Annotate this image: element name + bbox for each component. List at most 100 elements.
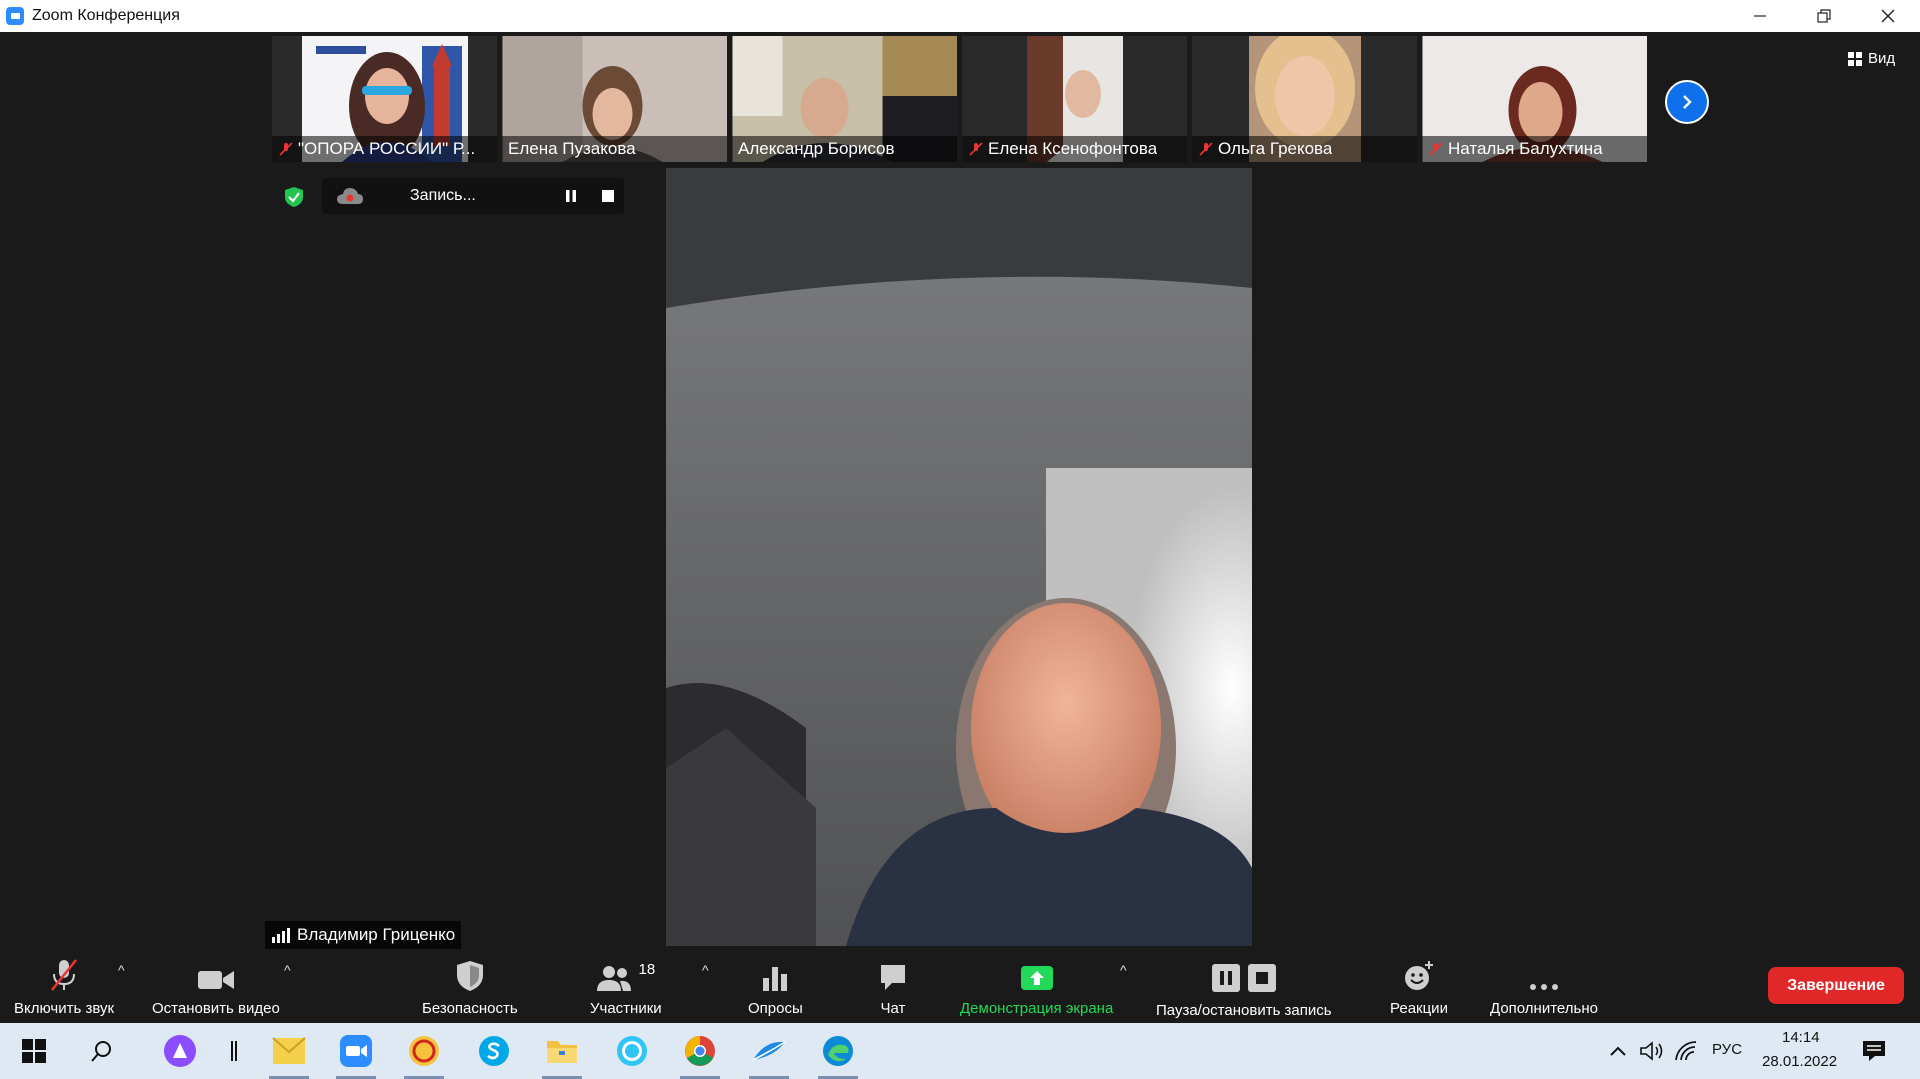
security-shield-icon[interactable] [284, 186, 304, 208]
skype-app-icon [479, 1036, 509, 1066]
participant-name: Наталья Балухтина [1448, 139, 1603, 158]
view-button[interactable]: Вид [1848, 50, 1895, 67]
brush-app-icon [752, 1041, 786, 1061]
participants-options-caret[interactable]: ^ [702, 962, 709, 978]
notification-center-icon [1863, 1041, 1885, 1061]
participant-tile[interactable]: Елена Ксенофонтова [962, 36, 1187, 162]
taskbar-mail-app[interactable] [269, 1033, 309, 1079]
mail-app-icon [272, 1037, 306, 1064]
participant-tile[interactable]: "ОПОРА РОССИИ" Р... [272, 36, 497, 162]
more-button[interactable]: Дополнительно [1490, 956, 1598, 1017]
close-button[interactable] [1856, 0, 1920, 32]
title-bar: Zoom Конференция [0, 0, 1920, 32]
participant-name-bar: Елена Ксенофонтова [962, 136, 1187, 162]
speaker-name: Владимир Гриценко [297, 925, 456, 944]
search-button[interactable] [82, 1033, 122, 1069]
video-options-caret[interactable]: ^ [284, 962, 291, 978]
share-screen-button[interactable]: Демонстрация экрана [960, 956, 1113, 1017]
taskbar-1c-app[interactable] [404, 1033, 444, 1079]
chat-button[interactable]: Чат [878, 956, 908, 1017]
signal-bars-icon [272, 928, 290, 943]
recording-status: Запись... [410, 187, 476, 204]
participant-tile[interactable]: Ольга Грекова [1192, 36, 1417, 162]
chat-label: Чат [880, 1000, 906, 1017]
zoom-app-icon [6, 7, 24, 25]
stop-recording-icon[interactable] [602, 190, 614, 202]
security-label: Безопасность [422, 1000, 518, 1017]
polls-button[interactable]: Опросы [748, 956, 803, 1017]
taskbar-edge-app[interactable] [818, 1033, 858, 1079]
participant-name: "ОПОРА РОССИИ" Р... [298, 139, 476, 158]
chat-bubble-icon [881, 965, 905, 990]
recording-bar: Запись... [322, 178, 624, 214]
video-camera-icon [197, 971, 234, 989]
microphone-muted-icon [51, 959, 78, 991]
taskbar-skype-app[interactable] [474, 1033, 514, 1069]
zoom-window: Zoom Конференция "ОПОРА РОССИИ" Р... Еле… [0, 0, 1920, 1079]
taskbar-chrome-app[interactable] [680, 1033, 720, 1079]
participants-count: 18 [638, 961, 656, 978]
windows-taskbar: РУС 14:14 28.01.2022 [0, 1023, 1920, 1079]
taskbar-separator [214, 1033, 254, 1069]
window-title: Zoom Конференция [32, 7, 180, 24]
mic-muted-icon [1199, 142, 1213, 156]
wifi-icon [1675, 1041, 1697, 1061]
participant-tile[interactable]: Александр Борисов [732, 36, 957, 162]
alice-assistant-icon [164, 1035, 196, 1067]
mic-muted-icon [279, 142, 293, 156]
unmute-button[interactable]: Включить звук [14, 956, 114, 1017]
participant-name: Ольга Грекова [1218, 139, 1333, 158]
pause-stop-recording-label: Пауза/остановить запись [1156, 1002, 1332, 1019]
unmute-label: Включить звук [14, 1000, 115, 1017]
participant-name-bar: Александр Борисов [732, 136, 957, 162]
share-screen-label: Демонстрация экрана [960, 1000, 1114, 1017]
share-screen-icon [1020, 966, 1053, 990]
folder-icon [547, 1041, 577, 1063]
speaker-video-frame [666, 168, 1252, 946]
stop-video-button[interactable]: Остановить видео [152, 956, 280, 1017]
pause-recording-icon[interactable] [564, 189, 578, 203]
chevron-up-icon [1610, 1046, 1626, 1056]
participants-button[interactable]: 18 Участники [590, 956, 662, 1017]
security-button[interactable]: Безопасность [422, 956, 518, 1017]
clock-date[interactable]: 28.01.2022 [1762, 1053, 1837, 1070]
mic-muted-icon [1429, 142, 1443, 156]
reactions-button[interactable]: Реакции [1390, 956, 1448, 1017]
input-language[interactable]: РУС [1712, 1041, 1742, 1058]
grid-view-icon [1848, 51, 1862, 66]
network-button[interactable] [1666, 1033, 1706, 1069]
notifications-button[interactable] [1854, 1033, 1894, 1069]
close-icon [1881, 9, 1895, 23]
more-label: Дополнительно [1490, 1000, 1598, 1017]
participant-name: Елена Ксенофонтова [988, 139, 1158, 158]
minimize-button[interactable] [1728, 0, 1792, 32]
next-page-button[interactable] [1665, 80, 1709, 124]
participant-name: Александр Борисов [738, 139, 895, 158]
mic-muted-icon [969, 142, 983, 156]
polls-label: Опросы [748, 1000, 803, 1017]
reactions-label: Реакции [1390, 1000, 1448, 1017]
taskbar-app[interactable] [749, 1033, 789, 1079]
meeting-toolbar: Включить звук ^ Остановить видео ^ Безоп… [0, 950, 1920, 1026]
participant-tile[interactable]: Елена Пузакова [502, 36, 727, 162]
audio-options-caret[interactable]: ^ [118, 962, 125, 978]
active-speaker-label: Владимир Гриценко [265, 921, 462, 949]
pause-stop-recording-button[interactable]: Пауза/остановить запись [1156, 956, 1332, 1019]
participant-name-bar: Ольга Грекова [1192, 136, 1417, 162]
chrome-app-icon [685, 1036, 715, 1066]
separator-icon [231, 1041, 237, 1061]
start-button[interactable] [14, 1033, 54, 1069]
alice-assistant-button[interactable] [160, 1033, 200, 1069]
taskbar-explorer-app[interactable] [542, 1033, 582, 1079]
security-shield-icon [456, 961, 483, 991]
1c-app-icon [409, 1036, 439, 1066]
participant-strip: "ОПОРА РОССИИ" Р... Елена Пузакова Алекс… [272, 36, 1647, 162]
clock-time[interactable]: 14:14 [1782, 1029, 1820, 1046]
end-meeting-button[interactable]: Завершение [1768, 967, 1904, 1004]
taskbar-zoom-app[interactable] [336, 1033, 376, 1079]
share-options-caret[interactable]: ^ [1120, 962, 1127, 978]
taskbar-bitrix24-app[interactable] [612, 1033, 652, 1069]
participant-tile[interactable]: Наталья Балухтина [1422, 36, 1647, 162]
windows-logo-icon [22, 1039, 46, 1063]
restore-button[interactable] [1792, 0, 1856, 32]
